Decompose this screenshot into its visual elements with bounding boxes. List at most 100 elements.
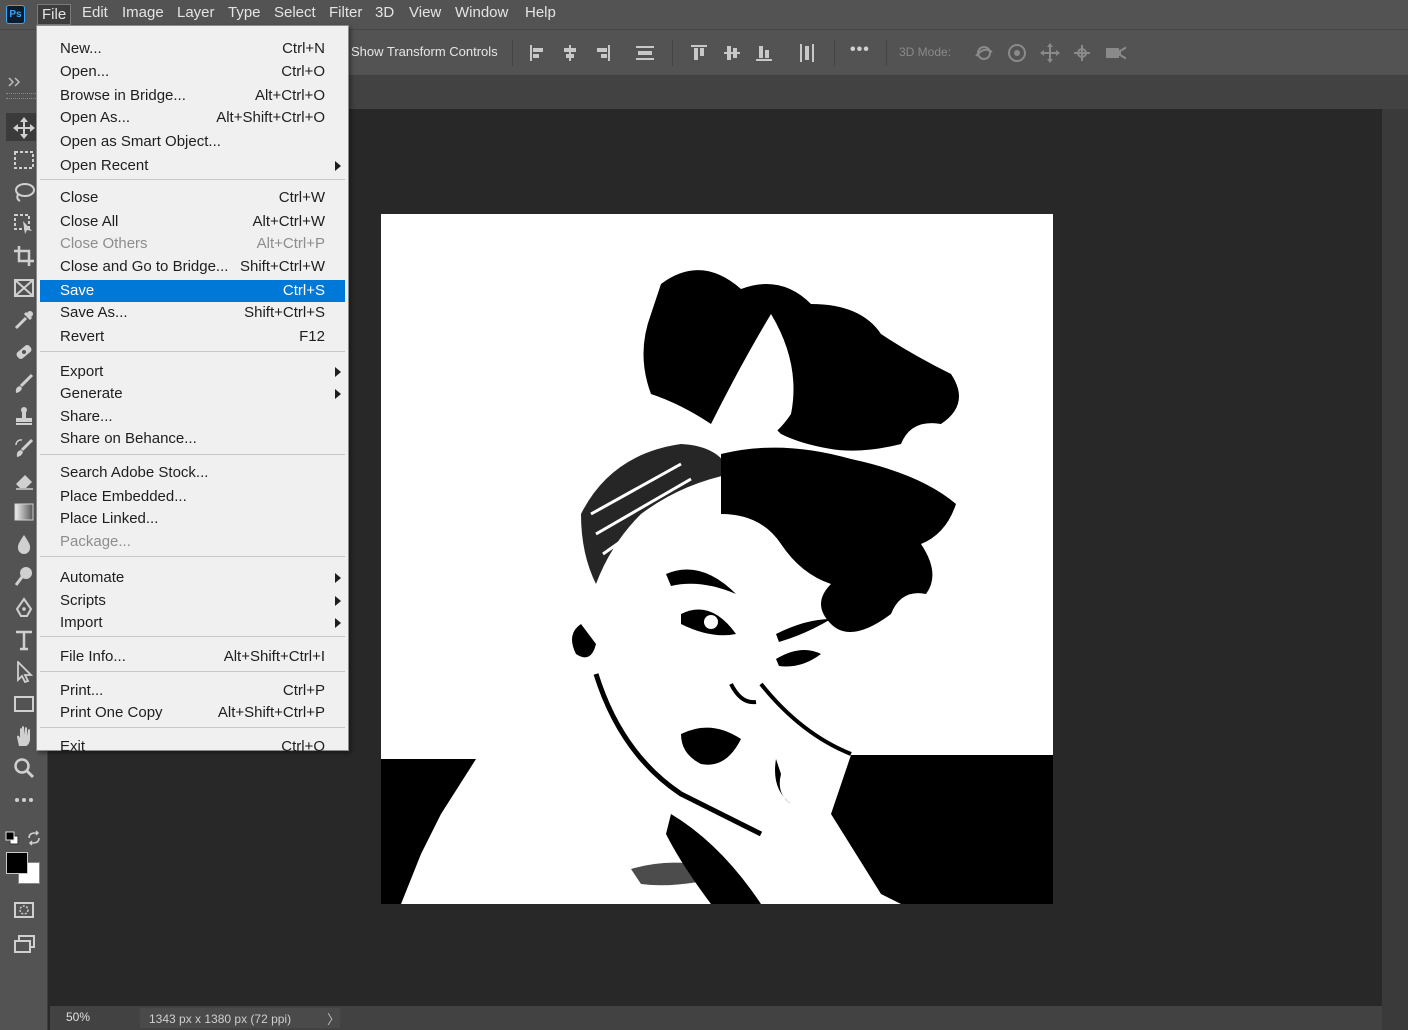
show-transform-controls-label[interactable]: Show Transform Controls [351,44,498,59]
zoom-level-field[interactable]: 50% [66,1010,90,1024]
menu-item-shortcut: Alt+Ctrl+O [254,87,325,104]
menu-item-file-info[interactable]: File Info... Alt+Shift+Ctrl+I [40,646,345,668]
brush-tool[interactable] [9,371,39,397]
menu-item-new[interactable]: New... Ctrl+N [40,38,345,60]
menu-item-open-as[interactable]: Open As... Alt+Shift+Ctrl+O [40,107,345,129]
menu-item-label: Place Embedded... [60,488,187,505]
history-brush-icon [15,438,34,457]
rectangle-tool[interactable] [9,691,39,717]
menu-item-label: Close and Go to Bridge... [60,258,229,275]
frame-tool[interactable] [9,275,39,301]
menu-item-revert[interactable]: Revert F12 [40,326,345,348]
menu-item-print-one-copy[interactable]: Print One Copy Alt+Shift+Ctrl+P [40,702,345,724]
menu-item-search-adobe-stock[interactable]: Search Adobe Stock... [40,462,345,484]
menu-item-scripts[interactable]: Scripts [40,590,345,612]
edit-toolbar[interactable] [9,787,39,813]
menu-window[interactable]: Window [451,4,512,25]
menu-item-shortcut: Alt+Shift+Ctrl+O [216,109,325,126]
camera-3d-icon[interactable] [1104,42,1126,64]
object-select-tool[interactable] [9,211,39,237]
menu-item-place-embedded[interactable]: Place Embedded... [40,486,345,508]
status-menu-arrow-icon[interactable]: 〉 [327,1009,340,1028]
crop-tool[interactable] [9,243,39,269]
menu-item-browse-in-bridge[interactable]: Browse in Bridge... Alt+Ctrl+O [40,85,345,107]
menu-help[interactable]: Help [521,4,560,25]
menu-item-save[interactable]: Save Ctrl+S [40,280,345,302]
align-left-icon[interactable] [527,42,549,64]
orbit-3d-icon[interactable] [973,42,995,64]
eraser-tool[interactable] [9,467,39,493]
quick-mask-mode[interactable] [9,897,39,923]
roll-3d-icon[interactable] [1006,42,1028,64]
dodge-tool[interactable] [9,563,39,589]
vertical-scrollbar[interactable] [1382,109,1408,1030]
more-tools-icon [15,798,33,802]
default-colors-icon[interactable] [5,831,19,845]
type-tool[interactable] [9,627,39,653]
history-brush-tool[interactable] [9,435,39,461]
menu-item-label: Package... [60,533,131,550]
menu-item-save-as[interactable]: Save As... Shift+Ctrl+S [40,302,345,324]
menu-3d[interactable]: 3D [371,4,398,25]
healing-brush-tool[interactable] [9,339,39,365]
menu-item-open-as-smart-object[interactable]: Open as Smart Object... [40,131,345,153]
screen-mode[interactable] [9,931,39,957]
distribute-icon[interactable] [634,42,656,64]
gradient-tool[interactable] [9,499,39,525]
menu-file[interactable]: File [37,4,72,25]
menu-edit[interactable]: Edit [78,4,112,25]
slide-3d-icon[interactable] [1071,42,1093,64]
menu-item-place-linked[interactable]: Place Linked... [40,508,345,530]
menu-layer[interactable]: Layer [173,4,219,25]
submenu-arrow-icon [335,573,341,583]
menu-item-close-others: Close Others Alt+Ctrl+P [40,233,345,255]
menu-item-share[interactable]: Share... [40,406,345,428]
menu-item-export[interactable]: Export [40,361,345,383]
menu-item-close-all[interactable]: Close All Alt+Ctrl+W [40,211,345,233]
pan-3d-icon[interactable] [1039,42,1061,64]
menu-select[interactable]: Select [270,4,320,25]
menu-type[interactable]: Type [224,4,265,25]
align-vertical-center-icon[interactable] [721,42,743,64]
clone-stamp-tool[interactable] [9,403,39,429]
menu-item-import[interactable]: Import [40,612,345,634]
align-right-icon[interactable] [591,42,613,64]
menu-item-open[interactable]: Open... Ctrl+O [40,61,345,83]
menu-item-package: Package... [40,531,345,553]
menu-item-open-recent[interactable]: Open Recent [40,155,345,177]
move-tool[interactable] [9,115,39,141]
menu-item-label: File Info... [60,648,126,665]
align-bottom-icon[interactable] [753,42,775,64]
menu-item-close-and-go-to-bridge[interactable]: Close and Go to Bridge... Shift+Ctrl+W [40,256,345,278]
menu-filter[interactable]: Filter [325,4,366,25]
foreground-color-swatch[interactable] [6,852,28,874]
menu-item-share-on-behance[interactable]: Share on Behance... [40,428,345,450]
align-horizontal-center-icon[interactable] [559,42,581,64]
menu-item-label: Close Others [60,235,148,252]
menu-item-shortcut: Ctrl+O [281,63,325,80]
path-select-tool[interactable] [9,659,39,685]
distribute-vertical-icon[interactable] [796,42,818,64]
menu-item-print[interactable]: Print... Ctrl+P [40,680,345,702]
menu-item-label: Print... [60,682,104,699]
eyedropper-tool[interactable] [9,307,39,333]
blur-tool[interactable] [9,531,39,557]
menu-item-label: Print One Copy [60,704,163,721]
zoom-tool[interactable] [9,755,39,781]
menu-item-exit[interactable]: Exit Ctrl+Q [40,736,345,758]
lasso-tool[interactable] [9,179,39,205]
menu-item-close[interactable]: Close Ctrl+W [40,187,345,209]
menu-item-automate[interactable]: Automate [40,567,345,589]
pen-tool[interactable] [9,595,39,621]
menu-item-generate[interactable]: Generate [40,383,345,405]
hand-tool[interactable] [9,723,39,749]
swap-colors-icon[interactable] [26,830,42,846]
align-top-icon[interactable] [688,42,710,64]
menu-image[interactable]: Image [118,4,168,25]
menu-view[interactable]: View [405,4,445,25]
menu-separator [40,454,345,455]
document-canvas[interactable] [381,214,1053,904]
marquee-tool[interactable] [9,147,39,173]
panel-collapse-icon[interactable] [8,77,22,87]
more-options-icon[interactable]: ••• [850,41,870,59]
